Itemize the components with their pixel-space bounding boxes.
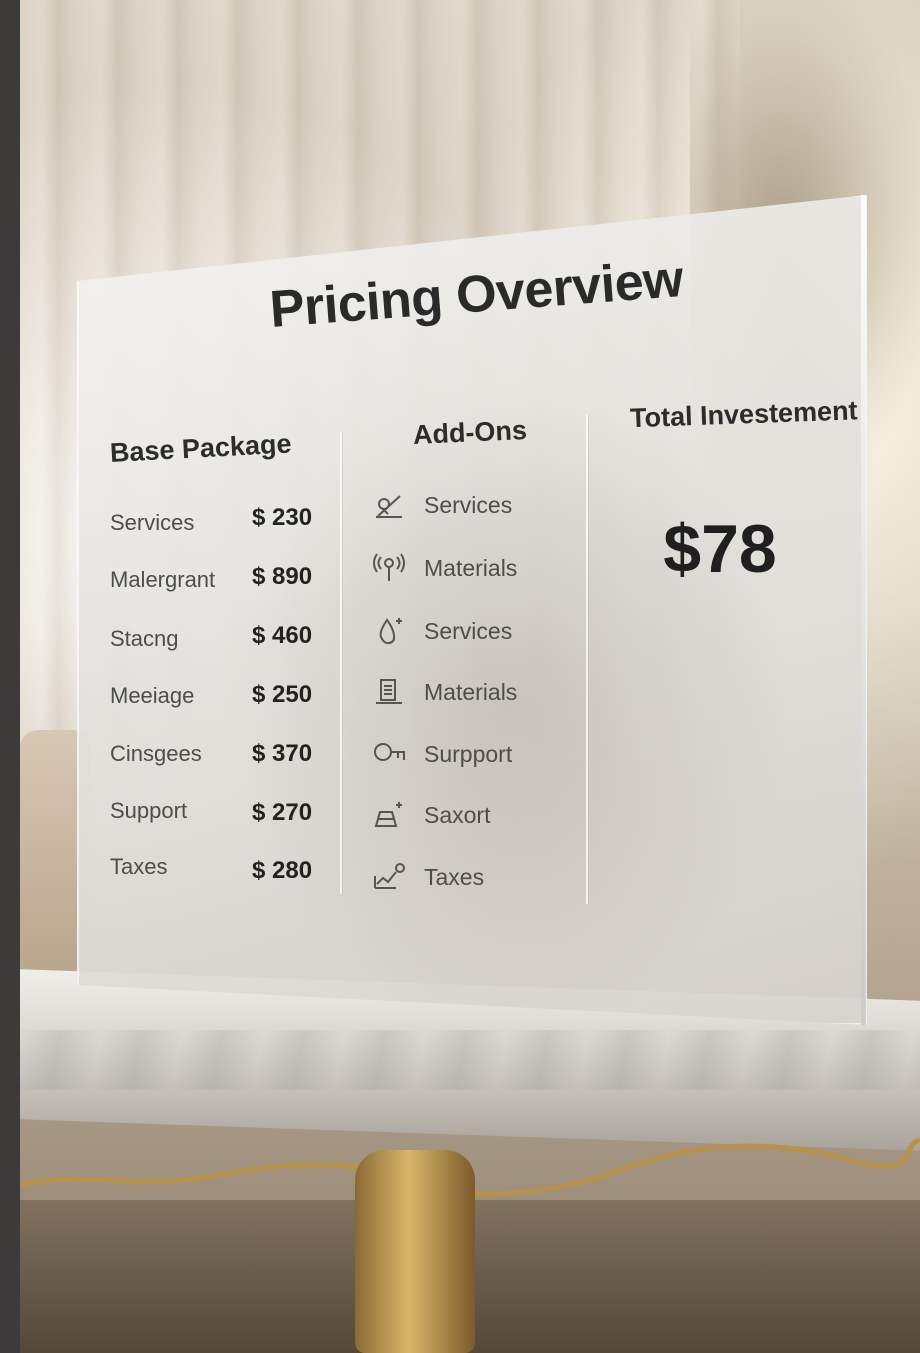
drop-icon [379,618,402,645]
addon-item-label: Services [424,491,513,518]
addon-item: Services [372,616,512,646]
base-item-price: $ 250 [252,681,313,708]
base-item-label: Taxes [110,854,168,879]
document-icon [376,679,402,704]
addon-item: Materials [372,677,517,707]
marble-veins [20,1030,920,1090]
base-item-price: $ 370 [252,740,313,767]
addon-item: Services [372,490,512,520]
addons-heading: Add-Ons [412,415,528,450]
base-item-label: Services [110,510,195,535]
base-item-label: Cinsgees [110,741,202,766]
flask-icon [374,802,402,827]
total-value: $78 [663,511,777,587]
addon-item-label: Services [424,617,513,644]
base-item-label: Support [110,798,188,823]
base-item-price: $ 280 [252,857,313,884]
addon-item: Taxes [372,862,484,892]
base-item-label: Malergrant [110,567,216,592]
addon-item-label: Taxes [424,863,485,890]
key-icon [374,743,405,761]
left-edge-bar [0,0,20,1353]
base-item-price: $ 230 [252,504,313,531]
table-leg [355,1150,475,1353]
total-heading: Total Investement [629,395,859,434]
base-item-price: $ 890 [252,563,313,590]
glass-edge [861,195,866,1025]
signal-icon [373,553,405,581]
addon-item: Materials [372,553,517,583]
addon-item-label: Saxort [424,801,491,828]
addon-item: Surpport [372,739,512,769]
column-divider [340,432,342,894]
base-item-price: $ 270 [252,799,313,826]
chart-icon [374,863,405,889]
addon-item: Saxort [372,800,490,830]
column-divider [586,414,588,904]
addon-item-label: Materials [424,678,518,705]
addon-item-label: Surpport [424,740,513,767]
addon-item-label: Materials [424,554,518,581]
base-item-price: $ 460 [252,622,313,649]
base-item-label: Stacng [110,626,179,651]
pen-icon [376,495,402,518]
base-item-label: Meeiage [110,683,195,708]
